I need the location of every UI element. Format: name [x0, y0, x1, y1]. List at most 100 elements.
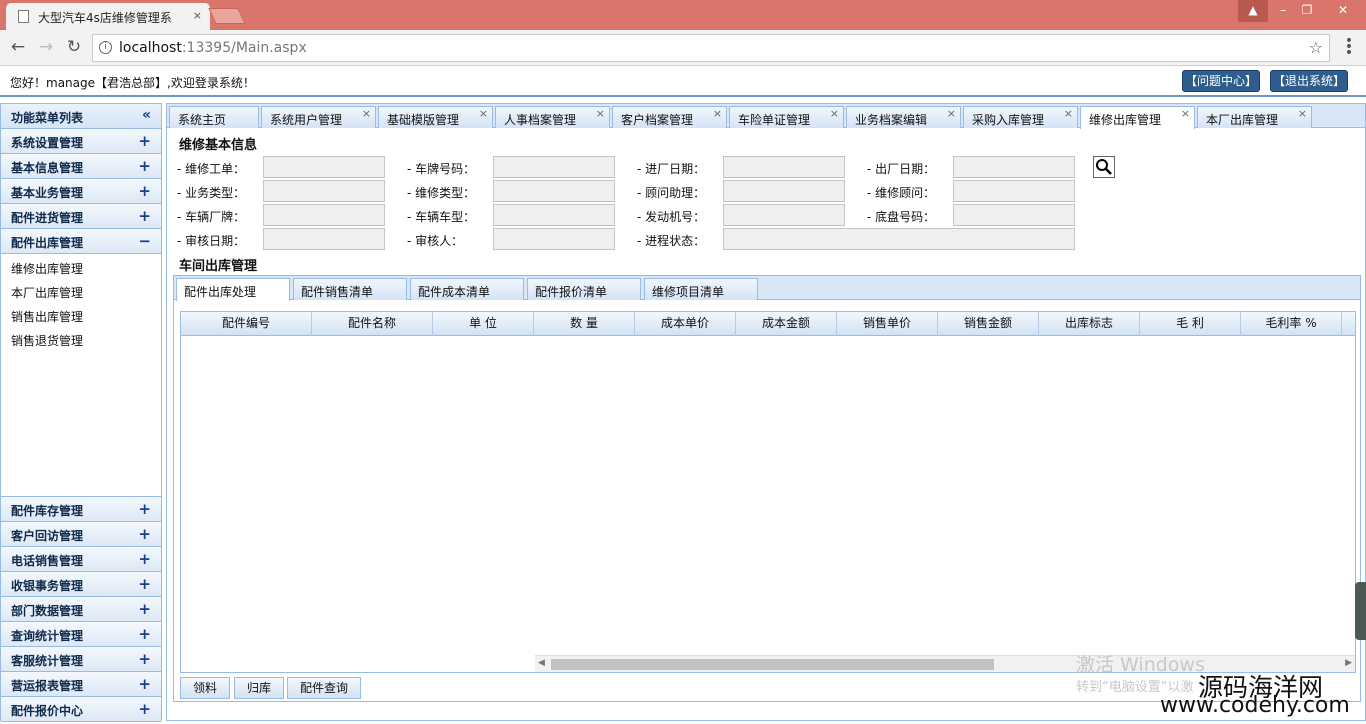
field-input[interactable] — [723, 180, 845, 202]
field-input[interactable] — [723, 228, 1075, 250]
search-button[interactable] — [1093, 156, 1115, 178]
field-input[interactable] — [263, 228, 385, 250]
expand-icon[interactable]: + — [138, 575, 151, 593]
main-tab[interactable]: 本厂出库管理 × — [1197, 106, 1312, 128]
main-tab[interactable]: 客户档案管理 × — [612, 106, 727, 128]
field-input[interactable] — [723, 204, 845, 226]
expand-icon[interactable]: + — [138, 600, 151, 618]
field-input[interactable] — [493, 156, 615, 178]
collapse-icon[interactable]: « — [142, 107, 151, 123]
logout-button[interactable]: 【退出系统】 — [1270, 70, 1348, 92]
grid-column-header[interactable]: 销售单价 — [837, 312, 938, 336]
sidebar-section[interactable]: 查询统计管理 + — [1, 622, 161, 647]
field-input[interactable] — [263, 204, 385, 226]
tab-close-icon[interactable]: × — [1064, 107, 1073, 120]
expand-icon[interactable]: + — [138, 625, 151, 643]
main-tab[interactable]: 采购入库管理 × — [963, 106, 1078, 128]
main-tab[interactable]: 车险单证管理 × — [729, 106, 844, 128]
sidebar-item[interactable]: 销售退货管理 — [1, 328, 161, 352]
info-icon[interactable]: i — [99, 41, 112, 54]
expand-icon[interactable]: + — [138, 157, 151, 175]
sidebar-section[interactable]: 电话销售管理 + — [1, 547, 161, 572]
main-tab[interactable]: 人事档案管理 × — [495, 106, 610, 128]
maximize-icon[interactable]: ❐ — [1292, 0, 1322, 22]
field-input[interactable] — [263, 156, 385, 178]
close-window-icon[interactable]: ✕ — [1320, 0, 1366, 22]
sidebar-section[interactable]: 系统设置管理 + — [1, 129, 161, 154]
sidebar-section[interactable]: 配件进货管理 + — [1, 204, 161, 229]
back-arrow-icon[interactable]: ← — [6, 36, 30, 60]
field-input[interactable] — [493, 180, 615, 202]
workshop-tab[interactable]: 配件成本清单 — [410, 278, 524, 300]
sidebar-section[interactable]: 营运报表管理 + — [1, 672, 161, 697]
user-profile-icon[interactable]: ▲ — [1238, 0, 1268, 22]
browser-tab[interactable]: 大型汽车4s店维修管理系 × — [6, 3, 210, 30]
field-input[interactable] — [263, 180, 385, 202]
field-input[interactable] — [723, 156, 845, 178]
grid-column-header[interactable]: 成本金额 — [736, 312, 837, 336]
expand-icon[interactable]: + — [138, 500, 151, 518]
sidebar-section[interactable]: 基本业务管理 + — [1, 179, 161, 204]
new-tab-button[interactable] — [208, 8, 246, 24]
sidebar-section[interactable]: 基本信息管理 + — [1, 154, 161, 179]
grid-column-header[interactable]: 配件名称 — [312, 312, 433, 336]
url-input[interactable]: i localhost:13395/Main.aspx ☆ — [92, 34, 1330, 62]
scroll-right-icon[interactable]: ▶ — [1345, 658, 1352, 668]
sidebar-item[interactable]: 维修出库管理 — [1, 256, 161, 280]
tab-close-icon[interactable]: × — [193, 9, 202, 22]
forward-arrow-icon[interactable]: → — [34, 36, 58, 60]
workshop-tab[interactable]: 配件销售清单 — [293, 278, 407, 300]
action-button[interactable]: 归库 — [234, 677, 284, 699]
workshop-tab[interactable]: 维修项目清单 — [644, 278, 758, 300]
scroll-left-icon[interactable]: ◀ — [538, 658, 545, 668]
sidebar-section[interactable]: 客服统计管理 + — [1, 647, 161, 672]
bookmark-star-icon[interactable]: ☆ — [1309, 38, 1323, 57]
tab-close-icon[interactable]: × — [947, 107, 956, 120]
grid-column-header[interactable]: 毛利率 % — [1241, 312, 1342, 336]
collapse-section-icon[interactable]: − — [138, 232, 151, 250]
main-tab[interactable]: 系统用户管理 × — [261, 106, 376, 128]
main-tab[interactable]: 基础模版管理 × — [378, 106, 493, 128]
main-tab[interactable]: 维修出库管理 × — [1080, 106, 1195, 129]
scroll-thumb[interactable] — [551, 659, 994, 670]
action-button[interactable]: 领料 — [180, 677, 230, 699]
workshop-tab[interactable]: 配件报价清单 — [527, 278, 641, 300]
action-button[interactable]: 配件查询 — [287, 677, 361, 699]
browser-menu-icon[interactable]: • • • — [1342, 34, 1356, 60]
grid-column-header[interactable]: 销售金额 — [938, 312, 1039, 336]
sidebar-item[interactable]: 本厂出库管理 — [1, 280, 161, 304]
grid-column-header[interactable]: 单 位 — [433, 312, 534, 336]
grid-column-header[interactable]: 出库标志 — [1039, 312, 1140, 336]
grid-column-header[interactable]: 配件编号 — [181, 312, 312, 336]
sidebar-section[interactable]: 客户回访管理 + — [1, 522, 161, 547]
field-input[interactable] — [493, 228, 615, 250]
field-input[interactable] — [953, 180, 1075, 202]
expand-icon[interactable]: + — [138, 207, 151, 225]
expand-icon[interactable]: + — [138, 550, 151, 568]
sidebar-section[interactable]: 收银事务管理 + — [1, 572, 161, 597]
tab-close-icon[interactable]: × — [596, 107, 605, 120]
help-center-button[interactable]: 【问题中心】 — [1182, 70, 1260, 92]
expand-icon[interactable]: + — [138, 132, 151, 150]
tab-close-icon[interactable]: × — [830, 107, 839, 120]
sidebar-section[interactable]: 配件报价中心 + — [1, 697, 161, 722]
expand-icon[interactable]: + — [138, 525, 151, 543]
side-widget-handle[interactable] — [1355, 582, 1366, 640]
tab-close-icon[interactable]: × — [479, 107, 488, 120]
sidebar-section[interactable]: 配件出库管理 − — [1, 229, 161, 254]
expand-icon[interactable]: + — [138, 650, 151, 668]
field-input[interactable] — [953, 156, 1075, 178]
main-tab[interactable]: 系统主页 — [169, 106, 259, 128]
expand-icon[interactable]: + — [138, 700, 151, 718]
sidebar-item[interactable]: 销售出库管理 — [1, 304, 161, 328]
reload-icon[interactable]: ↻ — [62, 36, 86, 60]
expand-icon[interactable]: + — [138, 675, 151, 693]
field-input[interactable] — [493, 204, 615, 226]
field-input[interactable] — [953, 204, 1075, 226]
tab-close-icon[interactable]: × — [362, 107, 371, 120]
tab-close-icon[interactable]: × — [1181, 107, 1190, 120]
workshop-tab[interactable]: 配件出库处理 — [176, 278, 290, 301]
tab-close-icon[interactable]: × — [1298, 107, 1307, 120]
grid-column-header[interactable]: 毛 利 — [1140, 312, 1241, 336]
main-tab[interactable]: 业务档案编辑 × — [846, 106, 961, 128]
